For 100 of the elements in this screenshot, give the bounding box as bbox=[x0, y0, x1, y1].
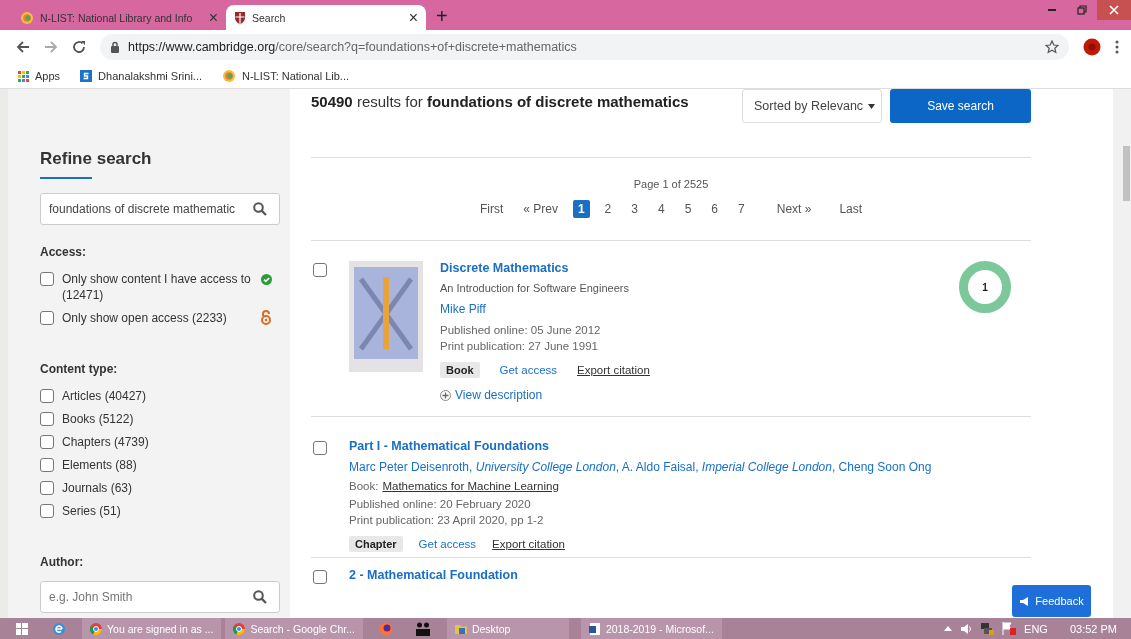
checkbox[interactable] bbox=[313, 263, 327, 277]
search-icon bbox=[253, 202, 267, 216]
browser-e-icon[interactable] bbox=[52, 621, 66, 636]
tab-close-button[interactable]: × bbox=[408, 9, 418, 26]
export-citation-link[interactable]: Export citation bbox=[492, 538, 565, 550]
filter-label: Journals (63) bbox=[62, 480, 133, 496]
flag-alert-icon[interactable] bbox=[1002, 622, 1017, 635]
filter-heading: Access: bbox=[40, 245, 88, 259]
checkbox[interactable] bbox=[40, 412, 54, 426]
feedback-button[interactable]: Feedback bbox=[1012, 585, 1091, 617]
page-link[interactable]: 4 bbox=[652, 200, 670, 218]
get-access-link[interactable]: Get access bbox=[418, 538, 477, 550]
first-page-link[interactable]: First bbox=[474, 200, 509, 218]
result-title-link[interactable]: Part I - Mathematical Foundations bbox=[349, 439, 932, 453]
apps-grid-icon bbox=[18, 70, 29, 82]
checkbox[interactable] bbox=[313, 570, 327, 584]
checkbox[interactable] bbox=[40, 504, 54, 518]
network-icon[interactable] bbox=[980, 622, 995, 635]
chrome-icon bbox=[90, 622, 102, 635]
open-lock-icon bbox=[260, 310, 272, 325]
page-link[interactable]: 7 bbox=[733, 200, 750, 218]
logo-icon bbox=[222, 69, 236, 83]
page-summary: Page 1 of 2525 bbox=[632, 178, 710, 190]
star-icon[interactable] bbox=[1045, 40, 1059, 54]
checkbox[interactable] bbox=[40, 458, 54, 472]
author-field[interactable]: e.g. John Smith bbox=[40, 581, 280, 613]
next-page-link[interactable]: Next » bbox=[771, 200, 817, 218]
prev-page-link[interactable]: « Prev bbox=[518, 200, 563, 218]
checkbox[interactable] bbox=[40, 389, 54, 403]
filter-label: Series (51) bbox=[62, 503, 121, 519]
people-icon[interactable] bbox=[414, 621, 431, 636]
book-title-link[interactable]: Mathematics for Machine Learning bbox=[382, 480, 559, 492]
browser-tab[interactable]: N-LIST: National Library and Info × bbox=[12, 5, 226, 30]
bookmark[interactable]: Dhanalakshmi Srini... bbox=[80, 70, 202, 82]
address-bar[interactable]: https://www.cambridge.org/core/search?q=foundations+of+discrete+mathematics bbox=[100, 34, 1069, 60]
export-citation-link[interactable]: Export citation bbox=[577, 364, 650, 376]
page-link[interactable]: 6 bbox=[706, 200, 724, 218]
author-link[interactable]: Mike Piff bbox=[440, 302, 650, 316]
results-summary: 50490 results for foundations of discrete mathematics bbox=[311, 92, 690, 110]
plus-circle-icon bbox=[440, 389, 451, 401]
result-title-link[interactable]: 2 - Mathematical Foundation bbox=[349, 568, 518, 582]
megaphone-icon bbox=[1019, 595, 1031, 607]
book-label: Book: bbox=[349, 480, 379, 492]
folder-icon bbox=[454, 622, 467, 635]
reload-icon[interactable] bbox=[72, 40, 86, 54]
checkbox[interactable] bbox=[313, 441, 327, 455]
browser-tab[interactable]: Search × bbox=[226, 5, 426, 30]
get-access-link[interactable]: Get access bbox=[499, 364, 558, 376]
sort-dropdown[interactable]: Sorted by Relevanc bbox=[742, 89, 882, 123]
filter-label: Only show open access (2233) bbox=[62, 310, 228, 326]
content-type-tag: Book bbox=[440, 362, 480, 378]
back-icon[interactable] bbox=[16, 40, 30, 54]
chevron-up-icon[interactable] bbox=[944, 626, 953, 631]
checkbox[interactable] bbox=[40, 311, 54, 325]
checkbox[interactable] bbox=[40, 435, 54, 449]
content-type-tag: Chapter bbox=[349, 536, 403, 552]
document-icon bbox=[588, 622, 601, 635]
filter-heading: Author: bbox=[40, 555, 85, 569]
site-icon bbox=[80, 70, 93, 82]
logo-icon bbox=[20, 10, 34, 25]
checkbox[interactable] bbox=[40, 272, 54, 286]
page-link[interactable]: 3 bbox=[626, 200, 643, 218]
filter-label: Chapters (4739) bbox=[62, 434, 149, 450]
print-publication: Print publication: 27 June 1991 bbox=[440, 340, 599, 352]
profile-avatar-icon[interactable] bbox=[1083, 38, 1101, 56]
tab-close-button[interactable]: × bbox=[208, 9, 218, 26]
filter-label: Elements (88) bbox=[62, 457, 137, 473]
new-tab-button[interactable]: + bbox=[436, 5, 448, 28]
author-list: Marc Peter Deisenroth, University College London, A. Aldo Faisal, Imperial College London, Cheng Soon Ong bbox=[349, 460, 932, 474]
save-search-button[interactable]: Save search bbox=[890, 89, 1031, 123]
search-icon bbox=[253, 590, 267, 604]
speaker-icon[interactable] bbox=[960, 622, 973, 635]
filter-label: Books (5122) bbox=[62, 411, 134, 427]
close-icon bbox=[1109, 5, 1119, 15]
checkbox[interactable] bbox=[40, 481, 54, 495]
page-link[interactable]: 2 bbox=[599, 200, 617, 218]
caret-icon bbox=[868, 103, 875, 109]
filter-label: Articles (40427) bbox=[62, 388, 147, 404]
bookmark[interactable]: Apps bbox=[18, 70, 61, 82]
page-link[interactable]: 1 bbox=[572, 200, 590, 218]
restore-icon bbox=[1077, 5, 1087, 15]
shield-icon bbox=[234, 10, 246, 25]
scrollbar-thumb[interactable] bbox=[1123, 146, 1130, 201]
result-title-link[interactable]: Discrete Mathematics bbox=[440, 261, 650, 275]
close-button[interactable] bbox=[1097, 0, 1131, 20]
bookmark[interactable]: N-LIST: National Lib... bbox=[222, 69, 349, 83]
sidebar-title: Refine search bbox=[40, 149, 153, 169]
page-link[interactable]: 5 bbox=[679, 200, 697, 218]
published-online: Published online: 20 February 2020 bbox=[349, 498, 532, 510]
windows-logo-icon[interactable] bbox=[16, 622, 28, 635]
last-page-link[interactable]: Last bbox=[834, 200, 868, 218]
result-subtitle: An Introduction for Software Engineers bbox=[440, 282, 630, 294]
filter-heading: Content type: bbox=[40, 362, 119, 376]
filter-label: Only show content I have access to (12471) bbox=[62, 271, 252, 303]
check-circle-icon bbox=[261, 274, 272, 285]
menu-icon[interactable] bbox=[1115, 40, 1119, 54]
forward-icon[interactable] bbox=[44, 40, 58, 54]
search-field[interactable]: foundations of discrete mathematic bbox=[40, 193, 280, 225]
view-description-link[interactable]: View description bbox=[440, 388, 650, 402]
minimize-icon bbox=[1048, 9, 1056, 11]
